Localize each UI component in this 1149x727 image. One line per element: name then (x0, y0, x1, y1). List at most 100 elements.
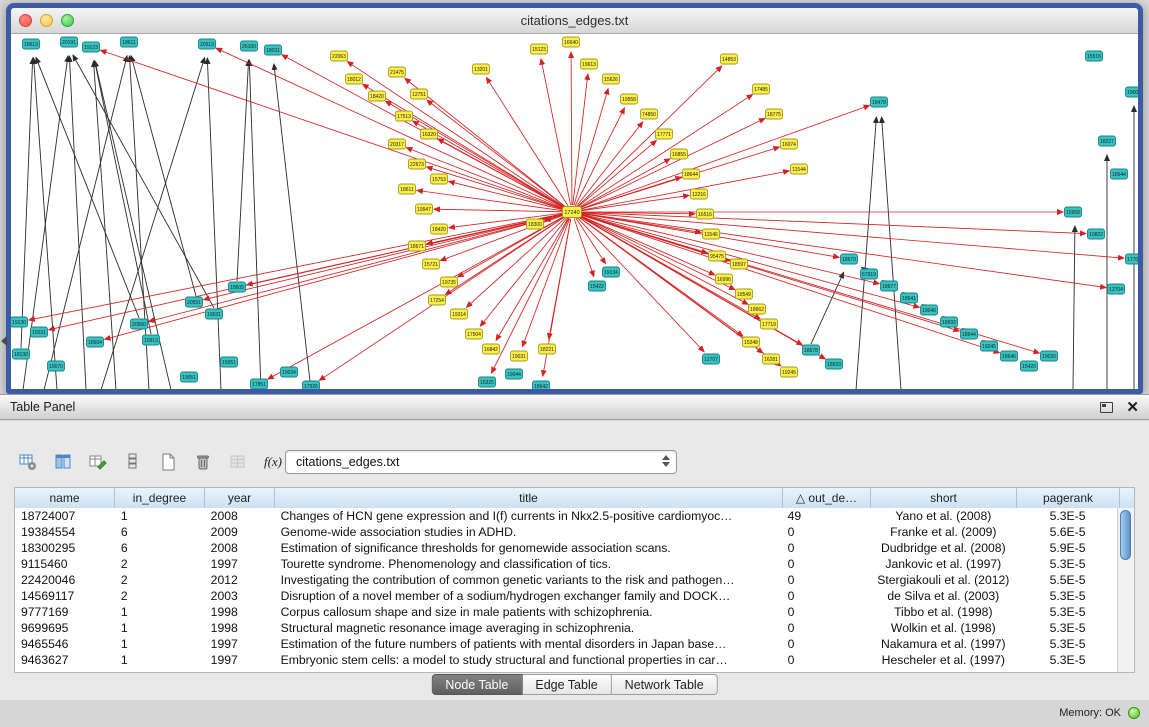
delete-icon[interactable] (189, 449, 217, 475)
graph-node[interactable]: 21475 (389, 67, 406, 77)
graph-node[interactable]: 20560 (131, 319, 148, 329)
graph-node[interactable]: 15248 (743, 337, 760, 347)
scrollbar-thumb[interactable] (1120, 510, 1131, 560)
column-header[interactable]: name (15, 488, 115, 508)
table-row[interactable]: 946554611997Estimation of the future num… (15, 636, 1118, 652)
table-row[interactable]: 2242004622012Investigating the contribut… (15, 572, 1118, 588)
graph-node[interactable]: 18300 (527, 219, 544, 229)
network-canvas[interactable]: 1861320191191231861120513261601803115516… (11, 34, 1138, 389)
graph-node[interactable]: 18420 (369, 91, 386, 101)
graph-node[interactable]: 18644 (683, 169, 700, 179)
graph-node[interactable]: 20191 (61, 37, 78, 47)
float-panel-icon[interactable] (1100, 402, 1113, 413)
table-row[interactable]: 946362711997Embryonic stem cells: a mode… (15, 652, 1118, 668)
graph-node[interactable]: 19613 (581, 59, 598, 69)
graph-node[interactable]: 18420 (431, 224, 448, 234)
table-row[interactable]: 911546021997Tourette syndrome. Phenomeno… (15, 556, 1118, 572)
close-button[interactable] (19, 14, 32, 27)
graph-node[interactable]: 15913 (143, 335, 160, 345)
zoom-button[interactable] (61, 14, 74, 27)
new-file-icon[interactable] (154, 449, 182, 475)
graph-node[interactable]: 15721 (423, 259, 440, 269)
graph-node[interactable]: 18604 (87, 337, 104, 347)
column-header[interactable]: in_degree (115, 488, 205, 508)
graph-node[interactable]: 18479 (871, 97, 888, 107)
rows-icon[interactable] (119, 449, 147, 475)
graph-node[interactable]: 17504 (466, 329, 483, 339)
graph-node[interactable]: 17851 (251, 379, 268, 389)
memory-status-icon[interactable] (1128, 707, 1140, 719)
graph-node[interactable]: 16320 (421, 129, 438, 139)
graph-node[interactable]: 17240 (563, 207, 582, 218)
graph-node[interactable]: 19001 (1126, 87, 1139, 97)
graph-node[interactable]: 19130 (11, 317, 28, 327)
graph-node[interactable]: 18611 (399, 184, 416, 194)
graph-node[interactable]: 19044 (506, 369, 523, 379)
window-titlebar[interactable]: citations_edges.txt (11, 8, 1138, 34)
graph-node[interactable]: 18593 (826, 359, 843, 369)
graph-node[interactable]: 16074 (781, 139, 798, 149)
panel-collapse-arrow-icon[interactable] (1, 336, 7, 346)
table-options-icon[interactable] (14, 449, 42, 475)
graph-node[interactable]: 12751 (411, 89, 428, 99)
graph-node[interactable]: 16325 (479, 377, 496, 387)
graph-node[interactable]: 17771 (656, 129, 673, 139)
graph-node[interactable]: 18597 (731, 259, 748, 269)
graph-node[interactable]: 17513 (396, 111, 413, 121)
graph-node[interactable]: 19245 (981, 341, 998, 351)
graph-node[interactable]: 18130 (13, 349, 30, 359)
graph-node[interactable]: 16842 (483, 344, 500, 354)
graph-node[interactable]: 18679 (841, 254, 858, 264)
graph-node[interactable]: 15051 (221, 357, 238, 367)
graph-node[interactable]: 19123 (83, 42, 100, 52)
column-header[interactable]: pagerank (1017, 488, 1120, 508)
table-selector-dropdown[interactable]: citations_edges.txt (285, 450, 677, 474)
minimize-button[interactable] (40, 14, 53, 27)
graph-node[interactable]: 18605 (229, 282, 246, 292)
graph-node[interactable]: 74850 (641, 109, 658, 119)
graph-node[interactable]: 16855 (671, 149, 688, 159)
graph-node[interactable]: 18012 (346, 74, 363, 84)
column-header[interactable]: short (871, 488, 1017, 508)
tab-node-table[interactable]: Node Table (431, 674, 522, 695)
graph-node[interactable]: 20317 (389, 139, 406, 149)
graph-node[interactable]: 17254 (429, 295, 446, 305)
graph-node[interactable]: 19070 (48, 361, 65, 371)
columns-icon[interactable] (49, 449, 77, 475)
graph-node[interactable]: 18549 (736, 289, 753, 299)
graph-node[interactable]: 22063 (331, 51, 348, 61)
graph-node[interactable]: 10822 (1088, 229, 1105, 239)
table-row[interactable]: 969969511998Structural magnetic resonanc… (15, 620, 1118, 636)
graph-node[interactable]: 18775 (766, 109, 783, 119)
graph-node[interactable]: 17926 (303, 381, 320, 389)
graph-node[interactable]: 16640 (563, 37, 580, 47)
graph-node[interactable]: 14853 (721, 54, 738, 64)
table-row[interactable]: 1456911722003Disruption of a novel membe… (15, 588, 1118, 604)
graph-node[interactable]: 17719 (761, 319, 778, 329)
graph-node[interactable]: 19051 (181, 372, 198, 382)
graph-node[interactable]: 18678 (803, 345, 820, 355)
table-scrollbar[interactable] (1117, 508, 1134, 672)
graph-node[interactable]: 19034 (281, 367, 298, 377)
graph-node[interactable]: 16281 (763, 354, 780, 364)
graph-node[interactable]: 18642 (533, 381, 550, 389)
graph-node[interactable]: 19031 (206, 309, 223, 319)
graph-node[interactable]: 15420 (1021, 361, 1038, 371)
graph-node[interactable]: 18644 (961, 329, 978, 339)
graph-node[interactable]: 19031 (511, 351, 528, 361)
graph-node[interactable]: 11544 (791, 164, 808, 174)
graph-node[interactable]: 12704 (1108, 284, 1125, 294)
graph-node[interactable]: 19046 (921, 305, 938, 315)
graph-node[interactable]: 26160 (241, 41, 258, 51)
graph-node[interactable]: 18641 (901, 293, 918, 303)
import-table-icon[interactable] (224, 449, 252, 475)
graph-node[interactable]: 15422 (589, 281, 606, 291)
graph-node[interactable]: 16996 (716, 274, 733, 284)
graph-node[interactable]: 18613 (23, 39, 40, 49)
edit-column-icon[interactable] (84, 449, 112, 475)
graph-node[interactable]: 15516 (1086, 51, 1103, 61)
graph-node[interactable]: 18644 (1111, 169, 1128, 179)
graph-node[interactable]: 22673 (409, 159, 426, 169)
graph-node[interactable]: 18221 (539, 344, 556, 354)
graph-node[interactable]: 18031 (265, 45, 282, 55)
